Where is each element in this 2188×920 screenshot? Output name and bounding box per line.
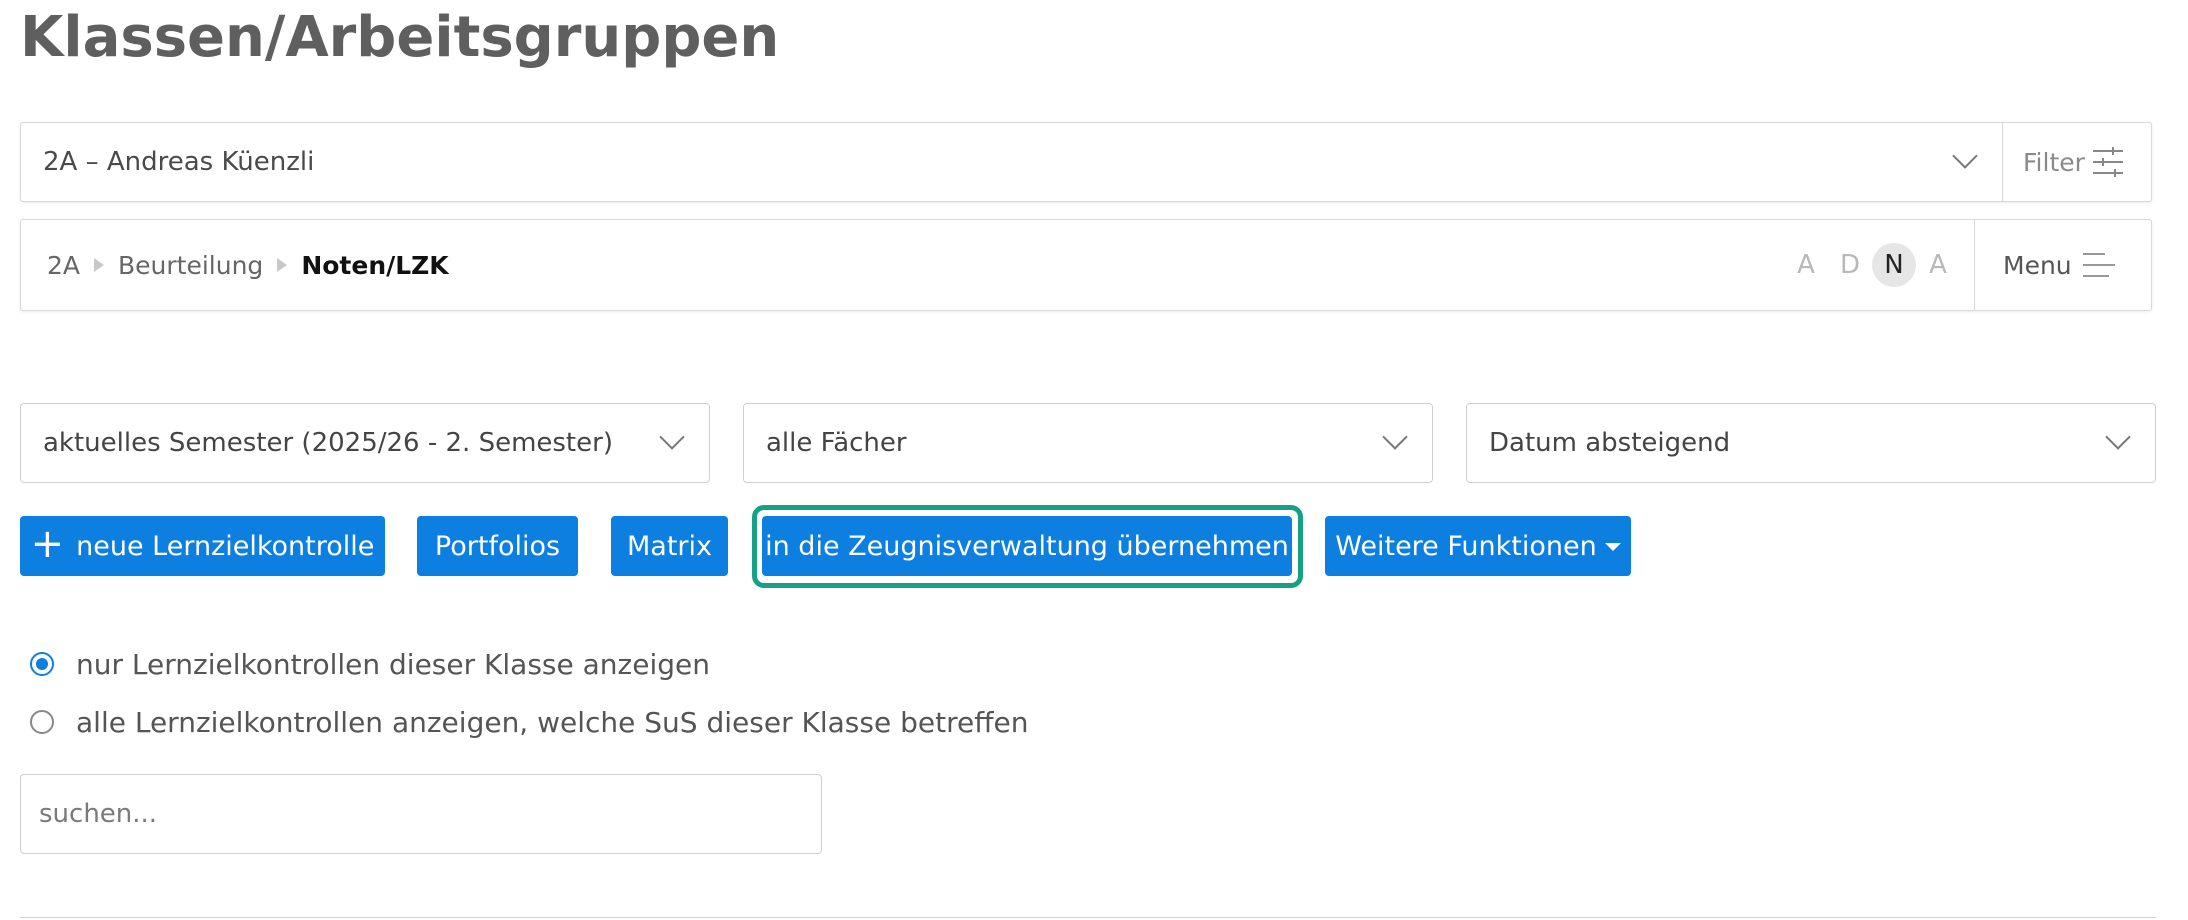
semester-select-value: aktuelles Semester (2025/26 - 2. Semeste… bbox=[43, 428, 613, 458]
more-functions-label: Weitere Funktionen bbox=[1335, 530, 1597, 562]
class-select[interactable]: 2A – Andreas Küenzli bbox=[21, 123, 2002, 201]
subject-select[interactable]: alle Fächer bbox=[743, 403, 1433, 483]
class-select-value: 2A – Andreas Küenzli bbox=[43, 147, 315, 177]
hamburger-icon bbox=[2083, 253, 2115, 277]
view-mode-n[interactable]: N bbox=[1872, 243, 1916, 287]
breadcrumb-separator-icon bbox=[277, 258, 288, 272]
page-title: Klassen/Arbeitsgruppen bbox=[20, 5, 780, 70]
new-assessment-label: neue Lernzielkontrolle bbox=[76, 530, 375, 562]
caret-down-icon bbox=[1604, 543, 1621, 551]
chevron-down-icon bbox=[2105, 424, 2131, 450]
search-input[interactable] bbox=[20, 774, 822, 854]
sort-select[interactable]: Datum absteigend bbox=[1466, 403, 2156, 483]
matrix-button[interactable]: Matrix bbox=[611, 516, 728, 576]
plus-icon: + bbox=[30, 521, 65, 567]
breadcrumb-item-assessment[interactable]: Beurteilung bbox=[118, 251, 263, 280]
portfolios-button[interactable]: Portfolios bbox=[417, 516, 578, 576]
radio-option-class-only[interactable]: nur Lernzielkontrollen dieser Klasse anz… bbox=[30, 644, 710, 684]
chevron-down-icon bbox=[1382, 424, 1408, 450]
menu-label: Menu bbox=[2003, 250, 2072, 280]
breadcrumb-item-current: Noten/LZK bbox=[301, 250, 449, 280]
sort-select-value: Datum absteigend bbox=[1489, 428, 1731, 458]
breadcrumb-item-class[interactable]: 2A bbox=[47, 251, 80, 280]
radio-option-all-students[interactable]: alle Lernzielkontrollen anzeigen, welche… bbox=[30, 702, 1028, 742]
breadcrumb: 2A Beurteilung Noten/LZK bbox=[47, 220, 449, 310]
filter-label: Filter bbox=[2023, 147, 2085, 177]
view-mode-toggle: A D N A bbox=[1784, 238, 1960, 292]
subject-select-value: alle Fächer bbox=[766, 428, 907, 458]
radio-button-checked[interactable] bbox=[30, 652, 54, 676]
navigation-bar: 2A Beurteilung Noten/LZK A D N A Menu bbox=[20, 219, 2152, 311]
class-selector-bar: 2A – Andreas Küenzli Filter bbox=[20, 122, 2152, 202]
chevron-down-icon bbox=[1952, 143, 1978, 169]
breadcrumb-separator-icon bbox=[94, 258, 105, 272]
semester-select[interactable]: aktuelles Semester (2025/26 - 2. Semeste… bbox=[20, 403, 710, 483]
view-mode-a2[interactable]: A bbox=[1916, 250, 1960, 280]
radio-label: nur Lernzielkontrollen dieser Klasse anz… bbox=[76, 647, 710, 681]
new-assessment-button[interactable]: + neue Lernzielkontrolle bbox=[20, 516, 385, 576]
more-functions-button[interactable]: Weitere Funktionen bbox=[1325, 516, 1631, 576]
radio-label: alle Lernzielkontrollen anzeigen, welche… bbox=[76, 705, 1029, 739]
transfer-to-report-button[interactable]: in die Zeugnisverwaltung übernehmen bbox=[762, 516, 1292, 576]
view-mode-d[interactable]: D bbox=[1828, 250, 1872, 280]
view-mode-a[interactable]: A bbox=[1784, 250, 1828, 280]
chevron-down-icon bbox=[659, 424, 685, 450]
radio-button[interactable] bbox=[30, 710, 54, 734]
sliders-icon bbox=[2093, 147, 2123, 177]
menu-button[interactable]: Menu bbox=[1974, 220, 2151, 310]
divider bbox=[20, 917, 2156, 918]
filter-button[interactable]: Filter bbox=[2002, 123, 2151, 201]
